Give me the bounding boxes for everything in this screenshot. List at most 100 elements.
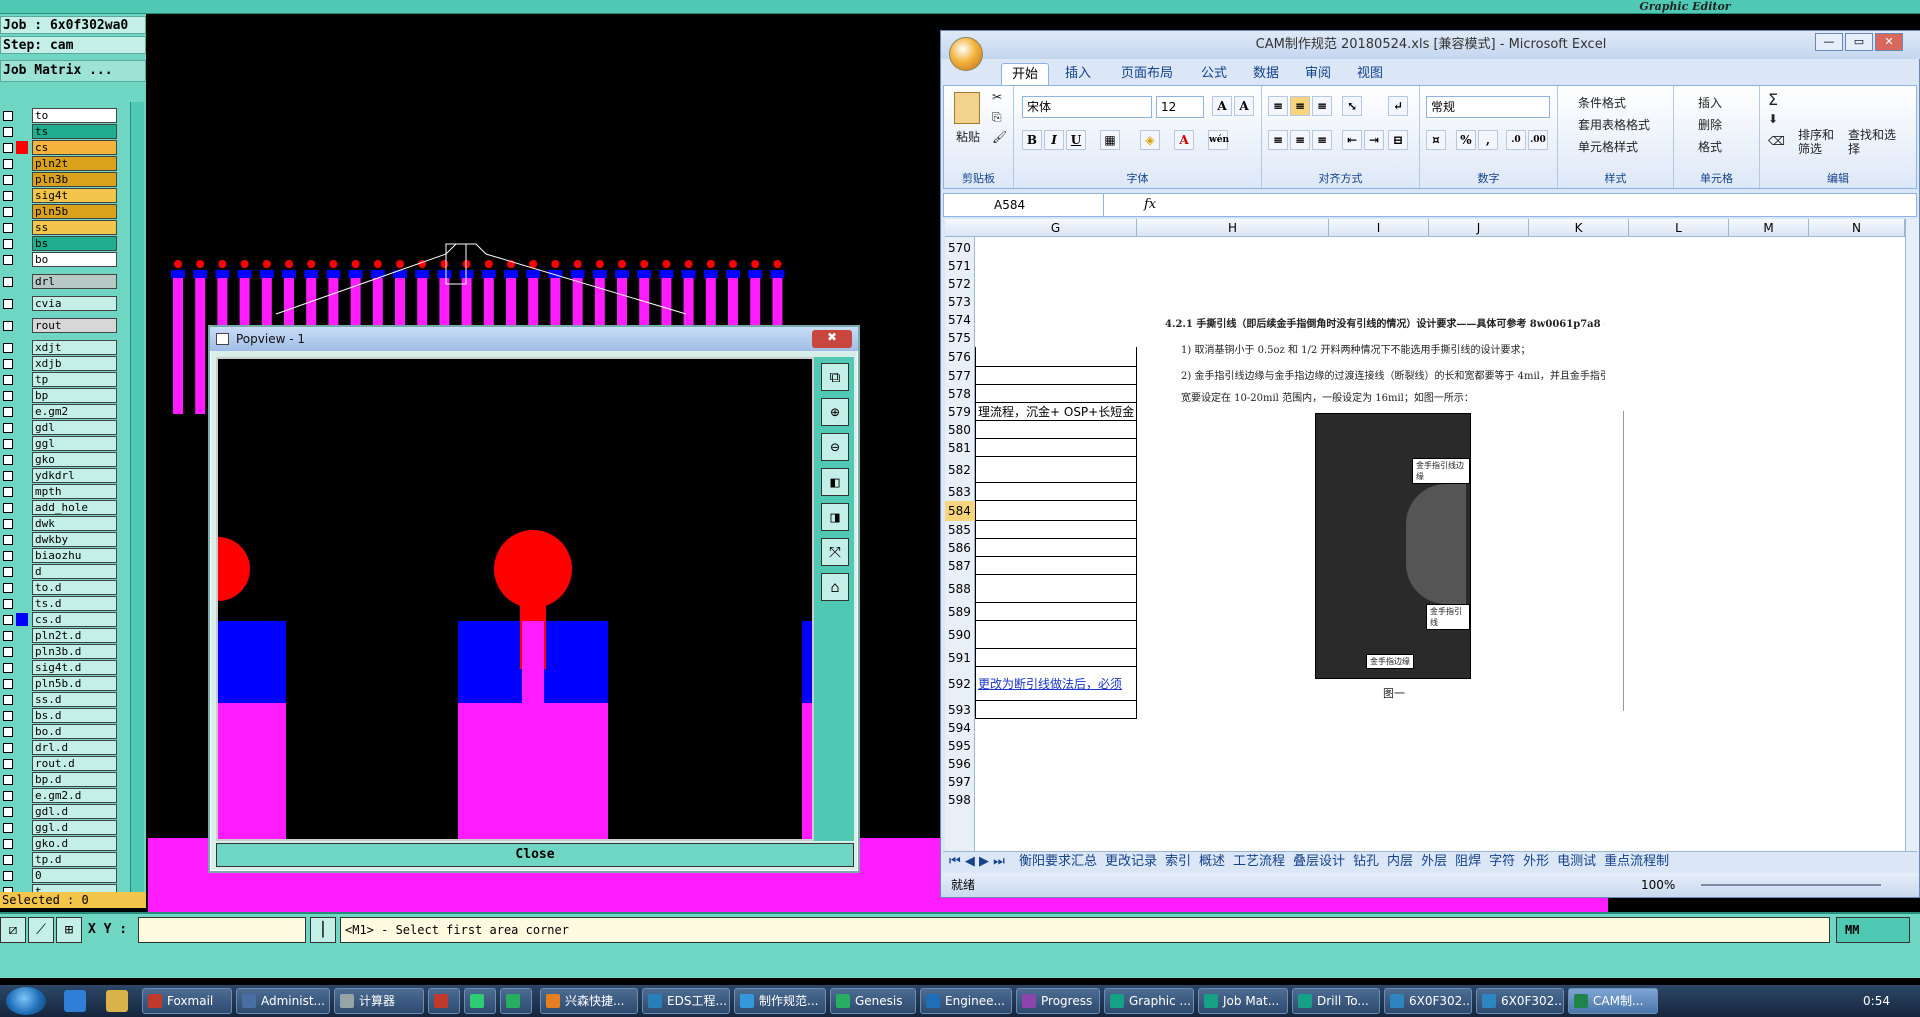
layer-row[interactable]: drl.d	[0, 740, 120, 755]
close-icon[interactable]: ✖	[812, 330, 852, 348]
layer-row[interactable]: add_hole	[0, 500, 120, 515]
layer-name[interactable]: ss.d	[32, 692, 117, 707]
zoom-window-icon[interactable]: ⧉	[821, 363, 849, 391]
table-cell[interactable]	[975, 575, 1137, 603]
layer-row[interactable]: tp	[0, 372, 120, 387]
table-cell[interactable]	[975, 649, 1137, 667]
layer-name[interactable]: ss	[32, 220, 117, 235]
sort-filter-button[interactable]: 排序和筛选	[1798, 128, 1844, 156]
taskbar-button[interactable]: Graphic ...	[1104, 988, 1194, 1014]
cell-style-button[interactable]: 单元格样式	[1578, 138, 1638, 155]
home-view-icon[interactable]: ⌂	[821, 573, 849, 601]
layer-checkbox[interactable]	[3, 823, 13, 833]
taskbar-button[interactable]: 计算器	[334, 988, 424, 1014]
layer-name[interactable]: rout	[32, 318, 117, 333]
layer-name[interactable]: ggl	[32, 436, 117, 451]
pan-right-icon[interactable]: ◨	[821, 503, 849, 531]
layer-row[interactable]: bo.d	[0, 724, 120, 739]
layer-checkbox[interactable]	[3, 535, 13, 545]
taskbar-button[interactable]: 6X0F302...	[1384, 988, 1472, 1014]
layer-row[interactable]: bp	[0, 388, 120, 403]
layer-name[interactable]: sig4t.d	[32, 660, 117, 675]
layer-name[interactable]: 0	[32, 868, 117, 883]
grid-tool-icon[interactable]: ⊞	[56, 917, 82, 943]
align-left-icon[interactable]: ≡	[1268, 130, 1288, 150]
layer-row[interactable]: d	[0, 564, 120, 579]
layer-row[interactable]: bs.d	[0, 708, 120, 723]
table-cell[interactable]	[975, 501, 1137, 521]
spreadsheet-grid[interactable]: GHIJKLMN 570 571 572 573 574 575 576 577 578 579 5…	[945, 219, 1905, 853]
increase-decimal-icon[interactable]: .0	[1506, 130, 1526, 150]
sheet-nav-icon[interactable]: ⏮ ◀ ▶ ⏭	[943, 854, 1011, 869]
table-cell[interactable]	[975, 385, 1137, 403]
layer-checkbox[interactable]	[3, 407, 13, 417]
orientation-icon[interactable]: ⤡	[1342, 96, 1362, 116]
layer-checkbox[interactable]	[3, 503, 13, 513]
table-cell[interactable]	[975, 603, 1137, 621]
merge-center-icon[interactable]: ⊟	[1388, 130, 1408, 150]
layer-row[interactable]: to	[0, 108, 120, 123]
taskbar-button[interactable]: Job Mat...	[1198, 988, 1288, 1014]
select-tool-icon[interactable]: ⧄	[0, 917, 26, 943]
layer-checkbox[interactable]	[3, 791, 13, 801]
layer-checkbox[interactable]	[3, 759, 13, 769]
layer-name[interactable]: drl.d	[32, 740, 117, 755]
border-icon[interactable]: ▦	[1100, 130, 1120, 150]
layer-name[interactable]: ydkdrl	[32, 468, 117, 483]
table-cell[interactable]	[975, 439, 1137, 457]
fit-screen-icon[interactable]: ⤧	[821, 538, 849, 566]
layer-checkbox[interactable]	[3, 207, 13, 217]
table-cell[interactable]	[975, 421, 1137, 439]
taskbar-button[interactable]: Enginee...	[920, 988, 1012, 1014]
table-cell[interactable]: 理流程，沉金+ OSP+长短金	[975, 403, 1137, 421]
layer-row[interactable]: pln2t	[0, 156, 120, 171]
font-name-select[interactable]: 宋体	[1022, 96, 1152, 118]
currency-icon[interactable]: ¤	[1426, 130, 1446, 150]
align-top-icon[interactable]: ≡	[1268, 96, 1288, 116]
layer-name[interactable]: gdl.d	[32, 804, 117, 819]
sheet-tab[interactable]: 电测试	[1553, 852, 1600, 871]
layer-checkbox[interactable]	[3, 111, 13, 121]
layer-row[interactable]: gko.d	[0, 836, 120, 851]
layer-checkbox[interactable]	[3, 223, 13, 233]
format-painter-icon[interactable]: 🖌	[992, 130, 1007, 144]
taskbar-button[interactable]: Drill To...	[1292, 988, 1380, 1014]
layer-checkbox[interactable]	[3, 583, 13, 593]
sheet-tab[interactable]: 阻焊	[1451, 852, 1485, 871]
comma-icon[interactable]: ,	[1478, 130, 1498, 150]
number-format-select[interactable]: 常规	[1426, 96, 1550, 118]
sheet-tab[interactable]: 概述	[1195, 852, 1229, 871]
layer-name[interactable]: biaozhu	[32, 548, 117, 563]
layer-name[interactable]: mpth	[32, 484, 117, 499]
layer-row[interactable]: bs	[0, 236, 120, 251]
table-cell[interactable]	[975, 557, 1137, 575]
sheet-tab[interactable]: 更改记录	[1101, 852, 1161, 871]
layer-name[interactable]: e.gm2	[32, 404, 117, 419]
close-icon[interactable]: ✕	[1875, 33, 1903, 51]
paste-button[interactable]: 粘贴	[956, 128, 980, 145]
layer-checkbox[interactable]	[3, 391, 13, 401]
layer-name[interactable]: bo.d	[32, 724, 117, 739]
table-cell[interactable]	[975, 347, 1137, 367]
percent-icon[interactable]: %	[1456, 130, 1476, 150]
layer-name[interactable]: bs	[32, 236, 117, 251]
layer-checkbox[interactable]	[3, 679, 13, 689]
popview-canvas[interactable]	[216, 357, 814, 841]
layer-row[interactable]: tp.d	[0, 852, 120, 867]
layer-checkbox[interactable]	[3, 775, 13, 785]
layer-row[interactable]: biaozhu	[0, 548, 120, 563]
layer-checkbox[interactable]	[3, 255, 13, 265]
tab-data[interactable]: 数据	[1243, 63, 1289, 85]
layer-row[interactable]: sig4t	[0, 188, 120, 203]
layer-checkbox[interactable]	[3, 615, 13, 625]
layer-name[interactable]: drl	[32, 274, 117, 289]
layer-name[interactable]: to	[32, 108, 117, 123]
layer-name[interactable]: bp.d	[32, 772, 117, 787]
underline-icon[interactable]: U	[1066, 130, 1086, 150]
layer-name[interactable]: rout.d	[32, 756, 117, 771]
zoom-in-icon[interactable]: ⊕	[821, 398, 849, 426]
job-matrix-button[interactable]: Job Matrix ...	[0, 60, 146, 82]
bold-icon[interactable]: B	[1022, 130, 1042, 150]
tab-home[interactable]: 开始	[1001, 63, 1050, 85]
explorer-icon[interactable]	[106, 990, 128, 1012]
